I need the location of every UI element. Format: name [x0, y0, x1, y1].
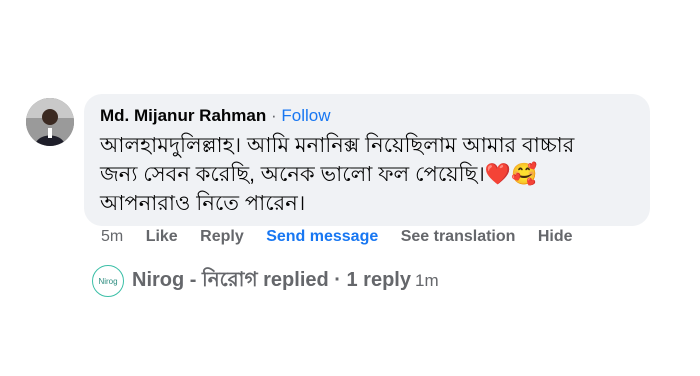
smiling-face-hearts-emoji-icon: 🥰 [511, 163, 538, 186]
nirog-avatar: Nirog [92, 265, 124, 297]
comment-body: আলহামদুলিল্লাহ। আমি মনানিক্স নিয়েছিলাম … [100, 131, 640, 218]
comment-line-2-wrapper: জন্য সেবন করেছি, অনেক ভালো ফল পেয়েছি।❤️… [100, 160, 640, 189]
comment-line-3: আপনারাও নিতে পারেন। [100, 192, 306, 215]
follow-link[interactable]: Follow [281, 106, 330, 125]
comment-header: Md. Mijanur Rahman · Follow [100, 106, 331, 126]
hide-button[interactable]: Hide [538, 228, 573, 245]
comment-timestamp[interactable]: 5m [101, 228, 123, 245]
commenter-avatar[interactable] [26, 98, 74, 146]
nirog-logo-text: Nirog [98, 276, 118, 286]
author-name[interactable]: Md. Mijanur Rahman [100, 106, 266, 125]
person-avatar-icon [26, 98, 74, 146]
comment-actions: 5m Like Reply Send message See translati… [101, 228, 591, 246]
replies-summary[interactable]: Nirog Nirog - নিরোগ replied · 1 reply 1m [92, 264, 439, 298]
replies-link[interactable]: Nirog - নিরোগ replied · 1 reply [132, 265, 411, 298]
header-separator: · [270, 106, 277, 125]
like-button[interactable]: Like [146, 228, 178, 245]
reply-button[interactable]: Reply [200, 228, 244, 245]
see-translation-button[interactable]: See translation [401, 228, 516, 245]
comment-line-2: জন্য সেবন করেছি, অনেক ভালো ফল পেয়েছি। [100, 163, 485, 186]
comment-line-1: আলহামদুলিল্লাহ। আমি মনানিক্স নিয়েছিলাম … [100, 134, 575, 157]
send-message-button[interactable]: Send message [266, 228, 378, 245]
heart-emoji-icon: ❤️ [484, 163, 512, 186]
reply-timestamp: 1m [414, 271, 439, 290]
